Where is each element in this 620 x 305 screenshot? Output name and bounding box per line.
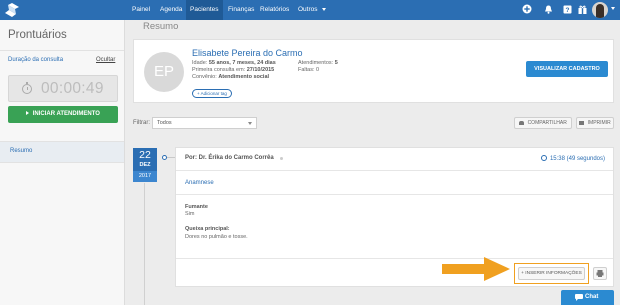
left-sidebar: Prontuários Duração da consulta Ocultar … [0,20,125,305]
field-label: Fumante [185,204,208,210]
play-icon [26,111,30,116]
age-value: 55 anos, 7 meses, 24 dias [208,60,276,66]
visits-value: 5 [334,60,338,66]
timeline-connector [167,157,175,158]
print-button[interactable]: IMPRIMIR [576,117,614,129]
chevron-down-icon [248,122,252,125]
nav-relatorios[interactable]: Relatórios [260,0,289,20]
add-circle-icon[interactable] [522,4,532,14]
patient-card: EP Elisabete Pereira do Carmo Idade: 55 … [133,39,614,103]
age-label: Idade: [192,60,208,66]
filter-label: Filtrar: [133,120,150,126]
sidebar-item-resumo[interactable]: Resumo [0,142,124,162]
nav-outros-label: Outros [298,6,318,13]
gift-icon[interactable] [578,5,587,14]
bell-icon[interactable] [544,5,553,14]
duration-label: Duração da consulta [8,57,64,63]
absences-label: Faltas: [298,67,315,73]
hide-timer-link[interactable]: Ocultar [96,57,115,63]
absences-value: 0 [316,67,320,73]
entry-time-label: 15:38 (49 segundos) [549,156,605,162]
view-record-button[interactable]: VISUALIZAR CADASTRO [526,61,608,77]
clock-icon [541,155,548,161]
users-icon [519,120,525,125]
print-entry-button[interactable] [593,267,607,280]
divider [176,170,613,171]
filter-select[interactable]: Todos [152,117,257,129]
nav-agenda[interactable]: Agenda [160,0,182,20]
first-visit-label: Primeira consulta em: [192,67,246,73]
divider [176,194,613,195]
chat-button[interactable]: Chat [561,290,614,305]
patient-insurance: Convênio: Atendimento social [192,74,269,80]
help-icon[interactable]: ? [563,5,572,14]
field-value: Dores no pulmão e tosse. [185,234,248,240]
nav-pacientes[interactable]: Pacientes [186,0,223,20]
app-logo-icon[interactable] [5,3,19,17]
top-navbar: Painel Agenda Pacientes Finanças Relatór… [0,0,620,20]
nav-financas[interactable]: Finanças [228,0,254,20]
share-label: COMPARTILHAR [527,120,567,126]
arrow-right-icon [442,257,510,281]
patient-age: Idade: 55 anos, 7 meses, 24 dias [192,60,276,66]
timeline-line [144,183,145,305]
page-title: Resumo [143,21,179,32]
insurance-label: Convênio: [192,74,217,80]
entry-time[interactable]: 15:38 (49 segundos) [541,155,605,162]
patient-avatar: EP [144,52,184,92]
share-button[interactable]: COMPARTILHAR [514,117,572,129]
field-label: Queixa principal: [185,226,230,232]
print-label: IMPRIMIR [587,120,611,126]
entry-author: Por: Dr. Érika do Carmo Corrêa [185,155,274,161]
logo-area [0,0,125,20]
printer-icon [579,120,585,125]
chevron-down-icon [322,7,327,11]
timer-value: 00:00:49 [41,80,104,97]
filter-value: Todos [157,120,172,126]
printer-icon [596,270,604,277]
tab-anamnese[interactable]: Anamnese [185,180,214,186]
chat-bubble-icon [575,294,583,301]
timeline-entry-card: Por: Dr. Érika do Carmo Corrêa 15:38 (49… [175,147,614,287]
divider [176,258,613,259]
date-day: 22 [139,149,151,161]
sidebar-title: Prontuários [8,29,67,41]
consultation-timer: 00:00:49 [8,75,118,102]
start-appointment-button[interactable]: INICIAR ATENDIMENTO [8,106,118,123]
field-value: Sim [185,211,195,217]
patient-first-visit: Primeira consulta em: 27/10/2015 [192,67,274,73]
start-appointment-label: INICIAR ATENDIMENTO [32,111,100,117]
patient-visits: Atendimentos: 5 [298,60,338,66]
visits-label: Atendimentos: [298,60,334,66]
svg-text:?: ? [566,7,570,14]
bullet-icon [280,157,283,160]
divider [0,50,124,51]
timeline-date: 22 DEZ 2017 [133,148,157,182]
user-avatar[interactable] [592,2,608,18]
insert-info-button[interactable]: + INSERIR INFORMAÇÕES [518,267,585,280]
nav-outros[interactable]: Outros [298,0,327,20]
sidebar-item-label: Resumo [10,148,33,154]
divider [0,162,124,163]
patient-absences: Faltas: 0 [298,67,319,73]
stopwatch-icon [22,82,32,94]
chat-label: Chat [585,294,599,300]
nav-painel[interactable]: Painel [132,0,150,20]
user-menu-chevron-icon[interactable] [611,7,615,10]
first-visit-value: 27/10/2015 [246,67,275,73]
add-tag-button[interactable]: + Adicionar tag [192,89,232,98]
date-year: 2017 [133,171,157,182]
date-month: DEZ [139,162,151,168]
patient-name[interactable]: Elisabete Pereira do Carmo [192,48,303,58]
insurance-value: Atendimento social [218,74,270,80]
